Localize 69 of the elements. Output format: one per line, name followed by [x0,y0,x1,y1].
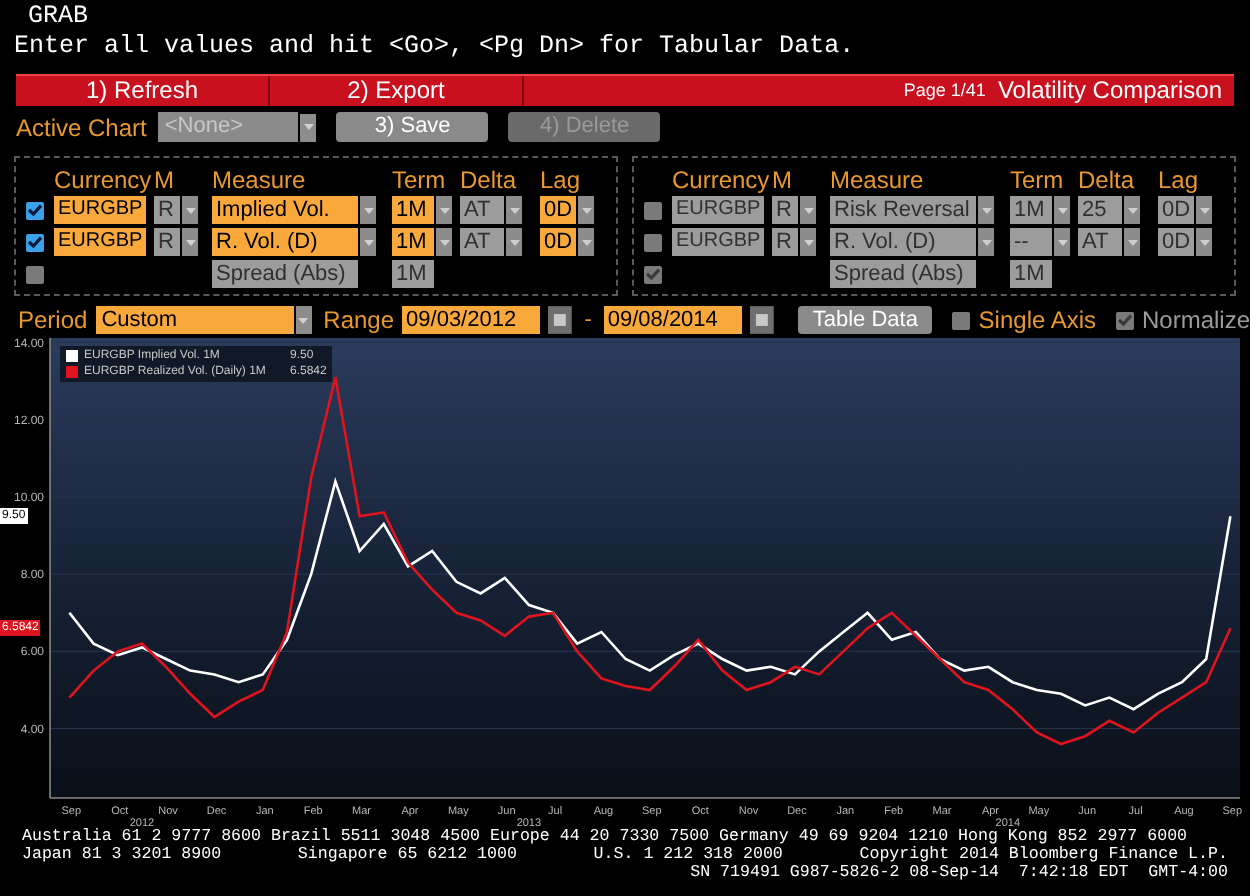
field[interactable]: 1M [392,260,434,288]
date-field[interactable]: 09/08/2014 [603,306,743,334]
footer-text: Australia 61 2 9777 8600 Brazil 5511 3048 4500 Europe 44 20 7330 7500 Germany 49 69 9204 1210 Hong Kong 852 2977 6000 [22,828,1188,846]
footer-text: SN 719491 G987-5826-2 08-Sep-14 7:42:18 EDT GMT-4:00 [690,864,1228,882]
column-header: Lag [540,166,583,194]
date-field[interactable]: 09/03/2012 [402,306,541,334]
field[interactable]: Implied Vol. [212,196,358,224]
column-header: Delta [1078,166,1137,194]
field-label: Active Chart [16,111,147,145]
calendar-icon[interactable] [750,306,775,334]
field[interactable]: 1M [392,228,434,256]
field[interactable]: EURGBP [672,196,764,224]
column-header: M [772,166,794,194]
column-header: Currency [54,166,154,194]
checkbox[interactable] [644,201,662,219]
checkbox[interactable] [26,265,44,283]
footer-text: Japan 81 3 3201 8900 [22,846,222,864]
command-text: GRAB [26,0,91,30]
field-label: Period [18,304,88,338]
field[interactable]: AT [460,228,504,256]
column-header: Measure [212,166,308,194]
column-header: Term [1010,166,1066,194]
prompt-text: Enter all values and hit <Go>, <Pg Dn> for Tabular Data. [12,30,857,64]
field[interactable]: 0D [540,196,576,224]
field[interactable]: 1M [1010,196,1052,224]
field[interactable]: 0D [1158,228,1194,256]
field[interactable]: 0D [540,228,576,256]
checkbox[interactable] [952,311,971,329]
column-header: Term [392,166,448,194]
field[interactable]: R. Vol. (D) [830,228,976,256]
footer-text: Copyright 2014 Bloomberg Finance L.P. [859,846,1228,864]
field[interactable]: R [154,196,180,224]
field[interactable]: AT [460,196,504,224]
field[interactable]: Risk Reversal [830,196,976,224]
field[interactable]: EURGBP [54,228,146,256]
field[interactable]: R [772,196,798,224]
field[interactable]: R [154,228,180,256]
toolbar-button[interactable]: 1) Refresh [16,76,270,106]
field[interactable]: 25 [1078,196,1122,224]
toolbar-button[interactable]: 2) Export [270,76,524,106]
calendar-icon[interactable] [548,306,573,334]
checkbox[interactable] [26,201,44,219]
field[interactable]: 0D [1158,196,1194,224]
field[interactable]: -- [1010,228,1052,256]
column-header: Delta [460,166,519,194]
field[interactable]: EURGBP [54,196,146,224]
range-separator: - [584,305,592,336]
footer-text: Singapore 65 6212 1000 [297,846,517,864]
field-label: Range [323,304,395,338]
field[interactable]: AT [1078,228,1122,256]
checkbox[interactable] [26,233,44,251]
field[interactable]: R [772,228,798,256]
field[interactable]: 1M [392,196,434,224]
column-header: Measure [830,166,926,194]
column-header: Lag [1158,166,1201,194]
option-label: Normalize [1142,304,1250,338]
table-data-button[interactable]: Table Data [798,306,933,334]
page-indicator: Page 1/41 [903,78,986,104]
field[interactable]: R. Vol. (D) [212,228,358,256]
column-header: M [154,166,176,194]
field[interactable]: EURGBP [672,228,764,256]
checkbox[interactable] [644,233,662,251]
screen-title: Volatility Comparison [997,76,1222,106]
column-header: Currency [672,166,772,194]
period-field[interactable]: Custom [95,306,294,334]
footer-text: U.S. 1 212 318 2000 [593,846,783,864]
option-label: Single Axis [978,304,1096,338]
chart-button[interactable]: 3) Save [336,112,489,142]
field[interactable]: Spread (Abs) [212,260,358,288]
